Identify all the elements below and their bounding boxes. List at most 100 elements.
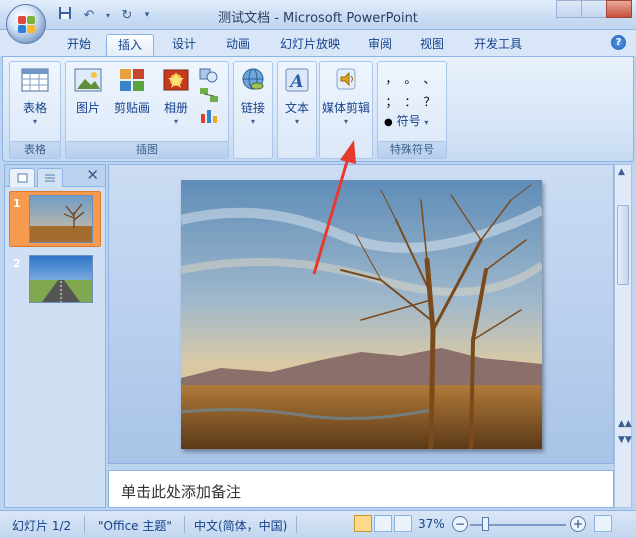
outline-tab[interactable] [37, 168, 63, 187]
close-panel-icon[interactable]: ✕ [86, 166, 99, 184]
window-title: 测试文档 - Microsoft PowerPoint [218, 11, 418, 26]
symbol-grid: ，。、 ；：？ [382, 70, 444, 110]
normal-view-button[interactable] [354, 515, 372, 532]
group-illustrations-label: 插图 [66, 141, 228, 158]
chart-icon[interactable] [198, 106, 220, 124]
maximize-button[interactable] [581, 0, 607, 18]
status-divider [84, 516, 85, 533]
vertical-scrollbar[interactable]: ▲ ▲▲ ▼▼ [614, 164, 632, 508]
slides-tab-icon [17, 173, 28, 183]
text-icon: A [282, 66, 312, 94]
links-button-label: 链接 [240, 101, 265, 115]
tab-view[interactable]: 视图 [410, 34, 454, 56]
help-icon[interactable]: ? [611, 35, 626, 50]
outline-tab-icon [45, 174, 55, 182]
symbol-button-label: 符号 [396, 114, 421, 128]
status-divider [296, 516, 297, 533]
symbol-comma[interactable]: ， [382, 70, 401, 87]
zoom-slider-thumb[interactable] [482, 517, 489, 531]
picture-button-label: 图片 [75, 101, 100, 115]
smartart-icon[interactable] [198, 86, 220, 104]
photo-album-icon [161, 66, 191, 94]
slide-2-number: 2 [13, 257, 21, 270]
group-tables: 表格 ▾ 表格 [9, 61, 61, 159]
picture-button[interactable]: 图片 [70, 66, 106, 116]
close-window-button[interactable] [606, 0, 632, 18]
next-slide-icon[interactable]: ▼▼ [618, 435, 632, 445]
clipart-button[interactable]: 剪贴画 [110, 66, 154, 116]
group-special-symbols-label: 特殊符号 [378, 141, 446, 158]
zoom-in-button[interactable]: + [570, 516, 586, 532]
tab-insert[interactable]: 插入 [106, 34, 154, 56]
picture-icon [73, 66, 103, 94]
photo-album-dropdown-icon: ▾ [173, 117, 178, 126]
photo-album-button-label: 相册 [163, 101, 188, 115]
shapes-button[interactable] [198, 66, 224, 124]
table-button-label: 表格 [22, 101, 47, 115]
zoom-level[interactable]: 37% [418, 517, 445, 531]
symbol-question[interactable]: ？ [420, 93, 439, 110]
notes-pane[interactable]: 单击此处添加备注 [108, 470, 614, 508]
tab-developer[interactable]: 开发工具 [464, 34, 532, 56]
table-button[interactable]: 表格 ▾ [14, 66, 56, 126]
photo-album-button[interactable]: 相册 ▾ [158, 66, 194, 126]
table-icon [20, 66, 50, 94]
scrollbar-thumb[interactable] [617, 205, 629, 285]
media-clips-button-label: 媒体剪辑 [322, 101, 371, 115]
symbol-bullet-icon: ● [384, 117, 393, 128]
minimize-button[interactable] [556, 0, 582, 18]
speaker-icon [331, 66, 361, 94]
group-text: A 文本 ▾ [277, 61, 317, 159]
slides-panel: ✕ 1 2 [4, 164, 106, 508]
ribbon-panel: 表格 ▾ 表格 图片 剪贴画 相册 ▾ 插图 链接 ▾ A 文本 ▾ 媒体剪辑 … [2, 56, 634, 162]
window-controls [556, 0, 632, 18]
symbol-button[interactable]: ● 符号 ▾ [384, 112, 442, 129]
symbol-colon[interactable]: ： [401, 93, 420, 110]
tab-design[interactable]: 设计 [162, 34, 206, 56]
scroll-up-icon[interactable]: ▲ [618, 167, 625, 177]
ribbon-tabs: 开始 插入 设计 动画 幻灯片放映 审阅 视图 开发工具 ? [0, 30, 636, 56]
fit-to-window-button[interactable] [594, 515, 612, 532]
table-dropdown-icon: ▾ [32, 117, 37, 126]
slide-1-number: 1 [13, 197, 21, 210]
group-media-clips: 媒体剪辑 ▾ [319, 61, 373, 159]
text-dropdown-icon: ▾ [294, 117, 299, 126]
media-clips-dropdown-icon: ▾ [343, 117, 348, 126]
slideshow-view-button[interactable] [394, 515, 412, 532]
clipart-icon [117, 66, 147, 94]
clipart-button-label: 剪贴画 [113, 101, 150, 115]
office-button[interactable] [6, 4, 46, 44]
slide-1-thumbnail[interactable] [29, 195, 93, 243]
symbol-period[interactable]: 。 [401, 70, 420, 87]
theme-status: "Office 主题" [98, 519, 172, 533]
shapes-icon [198, 66, 220, 84]
group-illustrations: 图片 剪贴画 相册 ▾ 插图 [65, 61, 229, 159]
slide-photo [181, 180, 542, 449]
group-special-symbols: ，。、 ；：？ ● 符号 ▾ 特殊符号 [377, 61, 447, 159]
panel-tabs: ✕ [5, 165, 105, 187]
media-clips-button[interactable]: 媒体剪辑 ▾ [322, 66, 370, 126]
group-links: 链接 ▾ [233, 61, 273, 159]
slide-2-thumbnail[interactable] [29, 255, 93, 303]
zoom-out-button[interactable]: − [452, 516, 468, 532]
text-button[interactable]: A 文本 ▾ [280, 66, 314, 126]
symbol-enum-comma[interactable]: 、 [420, 70, 439, 87]
globe-link-icon [238, 66, 268, 94]
tab-slideshow[interactable]: 幻灯片放映 [270, 34, 350, 56]
language-status[interactable]: 中文(简体，中国) [194, 517, 287, 534]
tab-home[interactable]: 开始 [58, 34, 100, 56]
slide-sorter-view-button[interactable] [374, 515, 392, 532]
symbol-dropdown-icon: ▾ [424, 118, 429, 127]
links-dropdown-icon: ▾ [250, 117, 255, 126]
symbol-semicolon[interactable]: ； [382, 93, 401, 110]
status-bar: 幻灯片 1/2 "Office 主题" 中文(简体，中国) 37% − + [0, 510, 636, 538]
slides-tab[interactable] [9, 168, 35, 187]
prev-slide-icon[interactable]: ▲▲ [618, 419, 632, 429]
tab-review[interactable]: 审阅 [358, 34, 402, 56]
slide-canvas[interactable] [181, 180, 542, 449]
status-divider [184, 516, 185, 533]
notes-placeholder: 单击此处添加备注 [121, 483, 242, 501]
title-bar: ↶ ▾ ↻ ▾ 测试文档 - Microsoft PowerPoint [0, 0, 636, 30]
tab-animations[interactable]: 动画 [216, 34, 260, 56]
links-button[interactable]: 链接 ▾ [236, 66, 270, 126]
